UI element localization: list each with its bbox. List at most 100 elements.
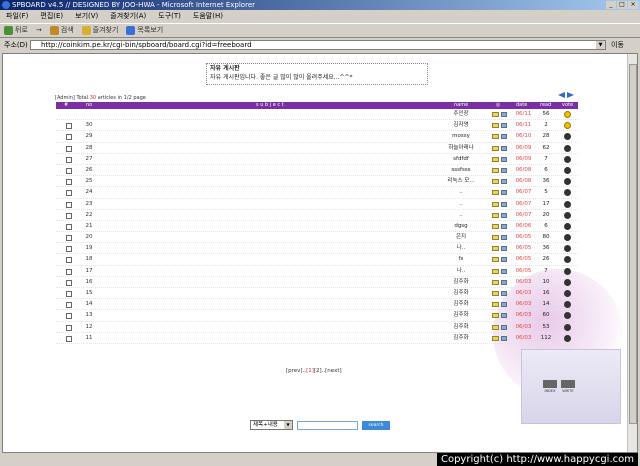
table-row[interactable]: 20연습입니다........^^ [1]은지06/0580 bbox=[56, 232, 578, 244]
search-input[interactable] bbox=[297, 420, 358, 430]
table-row[interactable]: 26홍 sssfsss06/086 bbox=[56, 165, 578, 177]
table-row[interactable]: 19며단한 게시판인 거 같아요.......^^ 나..06/0536 bbox=[56, 243, 578, 255]
row-checkbox[interactable] bbox=[66, 324, 72, 331]
table-row[interactable]: 21dfgd dgsg06/066 bbox=[56, 221, 578, 233]
email-icon[interactable] bbox=[492, 123, 499, 129]
vertical-scrollbar[interactable] bbox=[627, 54, 637, 452]
homepage-icon[interactable] bbox=[501, 268, 507, 274]
email-icon[interactable] bbox=[492, 179, 499, 185]
email-icon[interactable] bbox=[492, 313, 499, 319]
row-checkbox[interactable] bbox=[66, 179, 72, 186]
row-checkbox[interactable] bbox=[66, 223, 72, 230]
email-icon[interactable] bbox=[492, 268, 499, 274]
homepage-icon[interactable] bbox=[501, 167, 507, 173]
homepage-icon[interactable] bbox=[501, 335, 507, 341]
row-author[interactable]: 주인장 bbox=[436, 109, 486, 120]
row-author[interactable]: fs bbox=[436, 254, 486, 265]
email-icon[interactable] bbox=[492, 302, 499, 308]
email-icon[interactable] bbox=[492, 112, 499, 117]
close-button[interactable]: × bbox=[628, 1, 638, 9]
email-icon[interactable] bbox=[492, 279, 499, 285]
row-author[interactable]: 김주화 bbox=[436, 299, 486, 310]
table-row[interactable]: 12☆사자와 거북이가 만났을때 ★ 김주화06/0353 bbox=[56, 322, 578, 333]
homepage-icon[interactable] bbox=[501, 212, 507, 218]
menu-help[interactable]: 도움말(H) bbox=[193, 10, 223, 23]
write-button[interactable]: WRITE bbox=[561, 380, 575, 398]
row-author[interactable]: mossy bbox=[436, 131, 486, 142]
row-checkbox[interactable] bbox=[66, 190, 72, 197]
table-row[interactable]: 17Ꮺ: Ꮺ: 테스트중.. [2]나..06/057 bbox=[56, 266, 578, 277]
row-author[interactable]: 김주화 bbox=[436, 288, 486, 299]
email-icon[interactable] bbox=[492, 145, 499, 151]
homepage-icon[interactable] bbox=[501, 112, 507, 117]
homepage-icon[interactable] bbox=[501, 179, 507, 185]
email-icon[interactable] bbox=[492, 324, 499, 330]
homepage-icon[interactable] bbox=[501, 324, 507, 330]
row-author[interactable]: 은지 bbox=[436, 232, 486, 243]
row-author[interactable]: sfdfdf bbox=[436, 154, 486, 165]
email-icon[interactable] bbox=[492, 156, 499, 162]
table-row[interactable]: 11[엽기] #어느 여고생의 사투# 김주화06/03112 bbox=[56, 333, 578, 344]
row-checkbox[interactable] bbox=[66, 167, 72, 174]
row-checkbox[interactable] bbox=[66, 302, 72, 309]
row-author[interactable]: .. bbox=[436, 187, 486, 198]
table-row[interactable]: 18테스트중.. [2]fs06/0526 bbox=[56, 254, 578, 266]
scrollbar-thumb[interactable] bbox=[629, 64, 637, 424]
row-author[interactable]: 하늘아래나 bbox=[436, 143, 486, 154]
homepage-icon[interactable] bbox=[501, 123, 507, 129]
menu-edit[interactable]: 편집(E) bbox=[40, 10, 63, 23]
row-checkbox[interactable] bbox=[66, 335, 72, 342]
table-row[interactable]: 22오른쪽으로 움직임 ..06/0720 bbox=[56, 210, 578, 221]
menu-view[interactable]: 보기(V) bbox=[75, 10, 98, 23]
email-icon[interactable] bbox=[492, 246, 499, 252]
row-checkbox[interactable] bbox=[66, 246, 72, 253]
minimize-button[interactable]: _ bbox=[606, 1, 616, 9]
email-icon[interactable] bbox=[492, 257, 499, 263]
go-button[interactable]: 이동 bbox=[611, 38, 624, 52]
row-checkbox[interactable] bbox=[66, 134, 72, 141]
row-author[interactable]: 나.. bbox=[436, 243, 486, 254]
row-checkbox[interactable] bbox=[66, 145, 72, 152]
row-author[interactable]: 김주화 bbox=[436, 333, 486, 344]
table-row[interactable]: 15화장실 이야기~ 김주화06/0316 bbox=[56, 288, 578, 300]
menu-file[interactable]: 파일(F) bbox=[6, 10, 28, 23]
row-author[interactable]: 나.. bbox=[436, 266, 486, 277]
maximize-button[interactable]: □ bbox=[617, 1, 627, 9]
prev-page-icon[interactable] bbox=[558, 92, 565, 98]
favorites-toolbar-button[interactable]: 즐겨찾기 bbox=[81, 24, 118, 37]
homepage-icon[interactable] bbox=[501, 134, 507, 140]
homepage-icon[interactable] bbox=[501, 302, 507, 308]
row-checkbox[interactable] bbox=[66, 123, 72, 130]
table-row[interactable]: 공지세월보드 투명스킨 많이 많이 사랑해 주세요............^^ … bbox=[56, 109, 578, 121]
homepage-icon[interactable] bbox=[501, 279, 507, 285]
menu-tools[interactable]: 도구(T) bbox=[158, 10, 181, 23]
address-input[interactable]: http://coinkim.pe.kr/cgi-bin/spboard/boa… bbox=[30, 40, 606, 50]
table-row[interactable]: 30셈테스트 윈다지인 읍픔 한련 포세요 김자영06/112 bbox=[56, 120, 578, 132]
search-toolbar-button[interactable]: 검색 bbox=[49, 24, 74, 37]
row-author[interactable]: 리눅스 모... bbox=[436, 176, 486, 187]
row-checkbox[interactable] bbox=[66, 212, 72, 219]
row-author[interactable]: 김주화 bbox=[436, 277, 486, 288]
homepage-icon[interactable] bbox=[501, 156, 507, 162]
homepage-icon[interactable] bbox=[501, 190, 507, 196]
email-icon[interactable] bbox=[492, 134, 499, 140]
page-2-link[interactable]: [2] bbox=[314, 368, 322, 374]
forward-button[interactable]: → bbox=[36, 24, 42, 37]
email-icon[interactable] bbox=[492, 223, 499, 229]
homepage-icon[interactable] bbox=[501, 235, 507, 241]
prev-link[interactable]: [prev].. bbox=[286, 368, 306, 374]
row-author[interactable]: 김주화 bbox=[436, 322, 486, 333]
homepage-icon[interactable] bbox=[501, 291, 507, 296]
row-checkbox[interactable] bbox=[66, 313, 72, 320]
page-1-link[interactable]: [1] bbox=[306, 368, 314, 374]
table-row[interactable]: 13냉면과 우동의 대화 김주화06/0360 bbox=[56, 310, 578, 322]
menu-favorites[interactable]: 즐겨찾기(A) bbox=[110, 10, 146, 23]
email-icon[interactable] bbox=[492, 235, 499, 241]
homepage-icon[interactable] bbox=[501, 246, 507, 252]
row-checkbox[interactable] bbox=[66, 235, 72, 242]
table-row[interactable]: 27Ꮺ: 세월보드 곳~~입다.. sfdfdf06/097 bbox=[56, 154, 578, 165]
admin-link[interactable]: [Admin] bbox=[55, 95, 75, 101]
address-dropdown-icon[interactable]: ▼ bbox=[596, 41, 605, 49]
homepage-icon[interactable] bbox=[501, 145, 507, 151]
email-icon[interactable] bbox=[492, 201, 499, 207]
